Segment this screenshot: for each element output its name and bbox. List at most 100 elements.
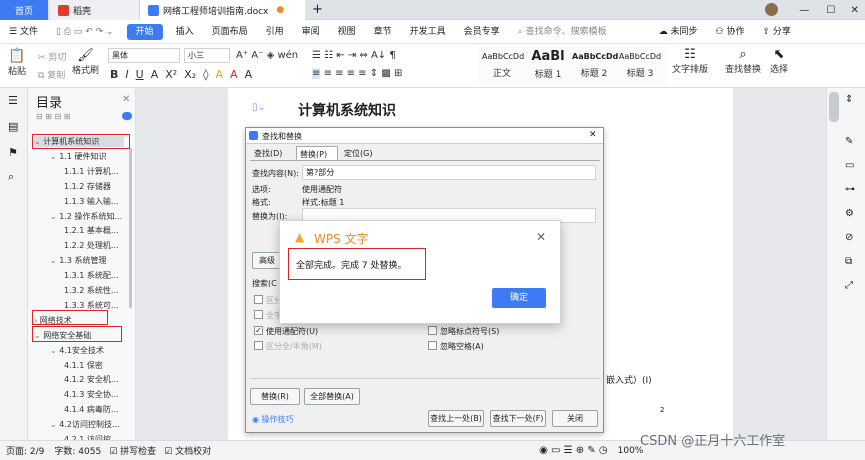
paste-button[interactable]: 📋 粘贴 [8,48,26,77]
toc-item[interactable]: 4.1.2 安全机... [64,374,119,385]
checkbox-full-half[interactable] [254,341,263,350]
tab-home[interactable]: 首页 [0,0,48,20]
expand-arrow-icon[interactable]: ⌄ [50,256,59,265]
layers-icon[interactable]: ⧉ [845,256,852,267]
quick-access-icons[interactable]: ▯ ⎙ ▭ ↶ ↷ ⌄ [47,20,123,44]
expand-arrow-icon[interactable]: ⌄ [50,152,59,161]
toc-item[interactable]: 1.3.2 系统性... [64,285,119,296]
find-input[interactable]: 第?部分 [302,165,596,180]
copy-button[interactable]: ⧉ 复制 [38,68,65,81]
edit-icon[interactable]: ✎ [845,136,853,147]
toc-toggle-icon[interactable] [122,112,132,120]
style-heading1[interactable]: AaBl 标题 1 [528,49,568,80]
menu-layout[interactable]: 页面布局 [203,20,257,44]
minimize-icon[interactable]: — [799,5,809,16]
toc-item[interactable]: ⌄ 4.2访问控制技... [50,419,120,430]
toc-item[interactable]: 1.3.1 系统配... [64,270,119,281]
checkbox-ignore-punct[interactable] [428,326,437,335]
toc-icon[interactable]: ☰ [8,94,18,107]
style-heading2[interactable]: AaBbCcDd 标题 2 [572,52,618,79]
unsync-button[interactable]: ☁ 未同步 [650,20,707,44]
checkbox-ignore-space[interactable] [428,341,437,350]
tab-daoke[interactable]: 稻壳 [50,0,140,20]
status-words[interactable]: 字数: 4055 [54,444,101,457]
tab-replace[interactable]: 替换(P) [296,146,338,160]
advanced-button[interactable]: 高级 [252,252,282,269]
alert-close-icon[interactable]: ✕ [536,230,546,244]
share-button[interactable]: ⇪ 分享 [753,20,799,44]
find-prev-button[interactable]: 查找上一处(B) [428,410,484,427]
expand-arrow-icon[interactable]: ⌄ [50,212,59,221]
find-replace-button[interactable]: ⌕ 查找替换 [725,47,761,75]
bookmark-icon[interactable]: ⚑ [8,146,18,159]
menu-review[interactable]: 审阅 [293,20,329,44]
font-size-select[interactable]: 小三 [184,48,230,63]
align-icons[interactable]: ≡ ≡ ≡ ≡ ≡ ⇕ ▩ ⊞ [312,68,402,79]
menu-insert[interactable]: 插入 [167,20,203,44]
menu-dev-tools[interactable]: 开发工具 [401,20,455,44]
expand-arrow-icon[interactable]: ⌄ [50,420,59,429]
view-mode-icons[interactable]: ◉ ▭ ☰ ⊕ ✎ ◷ [539,445,608,456]
style-pane-icon[interactable]: ▭ [845,160,854,171]
style-normal[interactable]: AaBbCcDd 正文 [482,52,524,79]
paragraph-icons[interactable]: ☰ ☷ ⇤ ⇥ ⇔ A↓ ¶ [312,50,396,61]
toc-item[interactable]: 1.1.3 输入输... [64,196,119,207]
font-size-adjust-icons[interactable]: A⁺ A⁻ ◈ wén [236,50,298,61]
search-command[interactable]: ⌕ 查找命令、搜索模板 [509,20,616,44]
menu-references[interactable]: 引用 [257,20,293,44]
cut-button[interactable]: ✂ 剪切 [38,50,66,63]
search-pane-icon[interactable]: ⌕ [8,170,14,184]
new-tab-button[interactable]: + [312,2,323,17]
tab-document[interactable]: 网络工程师培训指南.docx ● [140,0,305,20]
vertical-scroll-thumb[interactable] [829,92,839,122]
nav-pane-icon[interactable]: ▤ [8,120,18,133]
settings-icon[interactable]: ⚙ [845,208,854,219]
font-family-select[interactable]: 黑体 [108,48,180,63]
close-dialog-button[interactable]: 关闭 [552,410,598,427]
dialog-close-icon[interactable]: ✕ [589,130,597,140]
menu-home[interactable]: 开始 [126,23,163,40]
avatar[interactable] [765,3,778,16]
maximize-icon[interactable]: ☐ [826,5,835,16]
toc-scrollbar[interactable] [129,148,132,308]
format-painter-button[interactable]: 🖌 格式刷 [72,48,99,76]
toc-close-icon[interactable]: ✕ [122,94,130,105]
find-next-button[interactable]: 查找下一处(F) [490,410,546,427]
toc-item[interactable]: ⌄ 4.1安全技术 [50,345,104,356]
collab-button[interactable]: ⚇ 协作 [707,20,754,44]
text-format-icons[interactable]: B I U A X² X₂ ◊ A A A [110,68,252,81]
toc-tool-icons[interactable]: ⊟ ⊞ ⊟ ⊞ [36,112,70,121]
toc-item[interactable]: 1.2.2 处理机... [64,240,119,251]
replace-all-button[interactable]: 全部替换(A) [304,388,360,405]
close-icon[interactable]: ✕ [851,5,859,16]
tips-link[interactable]: ◉ 操作技巧 [252,414,294,425]
checkbox-whole-word[interactable] [254,310,263,319]
spell-check[interactable]: ☑ 拼写检查 [109,444,156,457]
toc-item[interactable]: 1.1.2 存储器 [64,181,111,192]
toc-item[interactable]: ⌄ 1.3 系统管理 [50,255,107,266]
tab-goto[interactable]: 定位(G) [344,148,372,159]
toc-item[interactable]: 4.1.4 病毒防... [64,404,119,415]
toc-item[interactable]: ⌄ 1.2 操作系统知... [50,211,122,222]
expand-icon[interactable]: ⤢ [845,280,853,291]
toc-item[interactable]: 4.1.3 安全协... [64,389,119,400]
toc-item[interactable]: 1.1.1 计算机... [64,166,119,177]
toc-item[interactable]: 4.1.1 保密 [64,360,103,371]
right-icon-1[interactable]: ⇕ [845,94,853,105]
toc-item[interactable]: 1.2.1 基本概... [64,225,119,236]
checkbox-wildcard[interactable]: ✓ [254,326,263,335]
menu-file[interactable]: ☰ 文件 [0,20,47,44]
toc-item[interactable]: ⌄ 1.1 硬件知识 [50,151,107,162]
doc-check[interactable]: ☑ 文档校对 [164,444,211,457]
alert-ok-button[interactable]: 确定 [492,288,546,308]
limit-icon[interactable]: ⊘ [845,232,853,243]
menu-view[interactable]: 视图 [329,20,365,44]
style-heading3[interactable]: AaBbCcDd 标题 3 [618,52,662,79]
select-button[interactable]: ⬉ 选择 [770,47,788,75]
checkbox-case[interactable] [254,295,263,304]
status-page[interactable]: 页面: 2/9 [6,444,44,457]
text-layout-button[interactable]: ☷ 文字排版 [672,47,708,75]
tab-find[interactable]: 查找(D) [254,148,282,159]
menu-chapter[interactable]: 章节 [365,20,401,44]
replace-button[interactable]: 替换(R) [250,388,300,405]
